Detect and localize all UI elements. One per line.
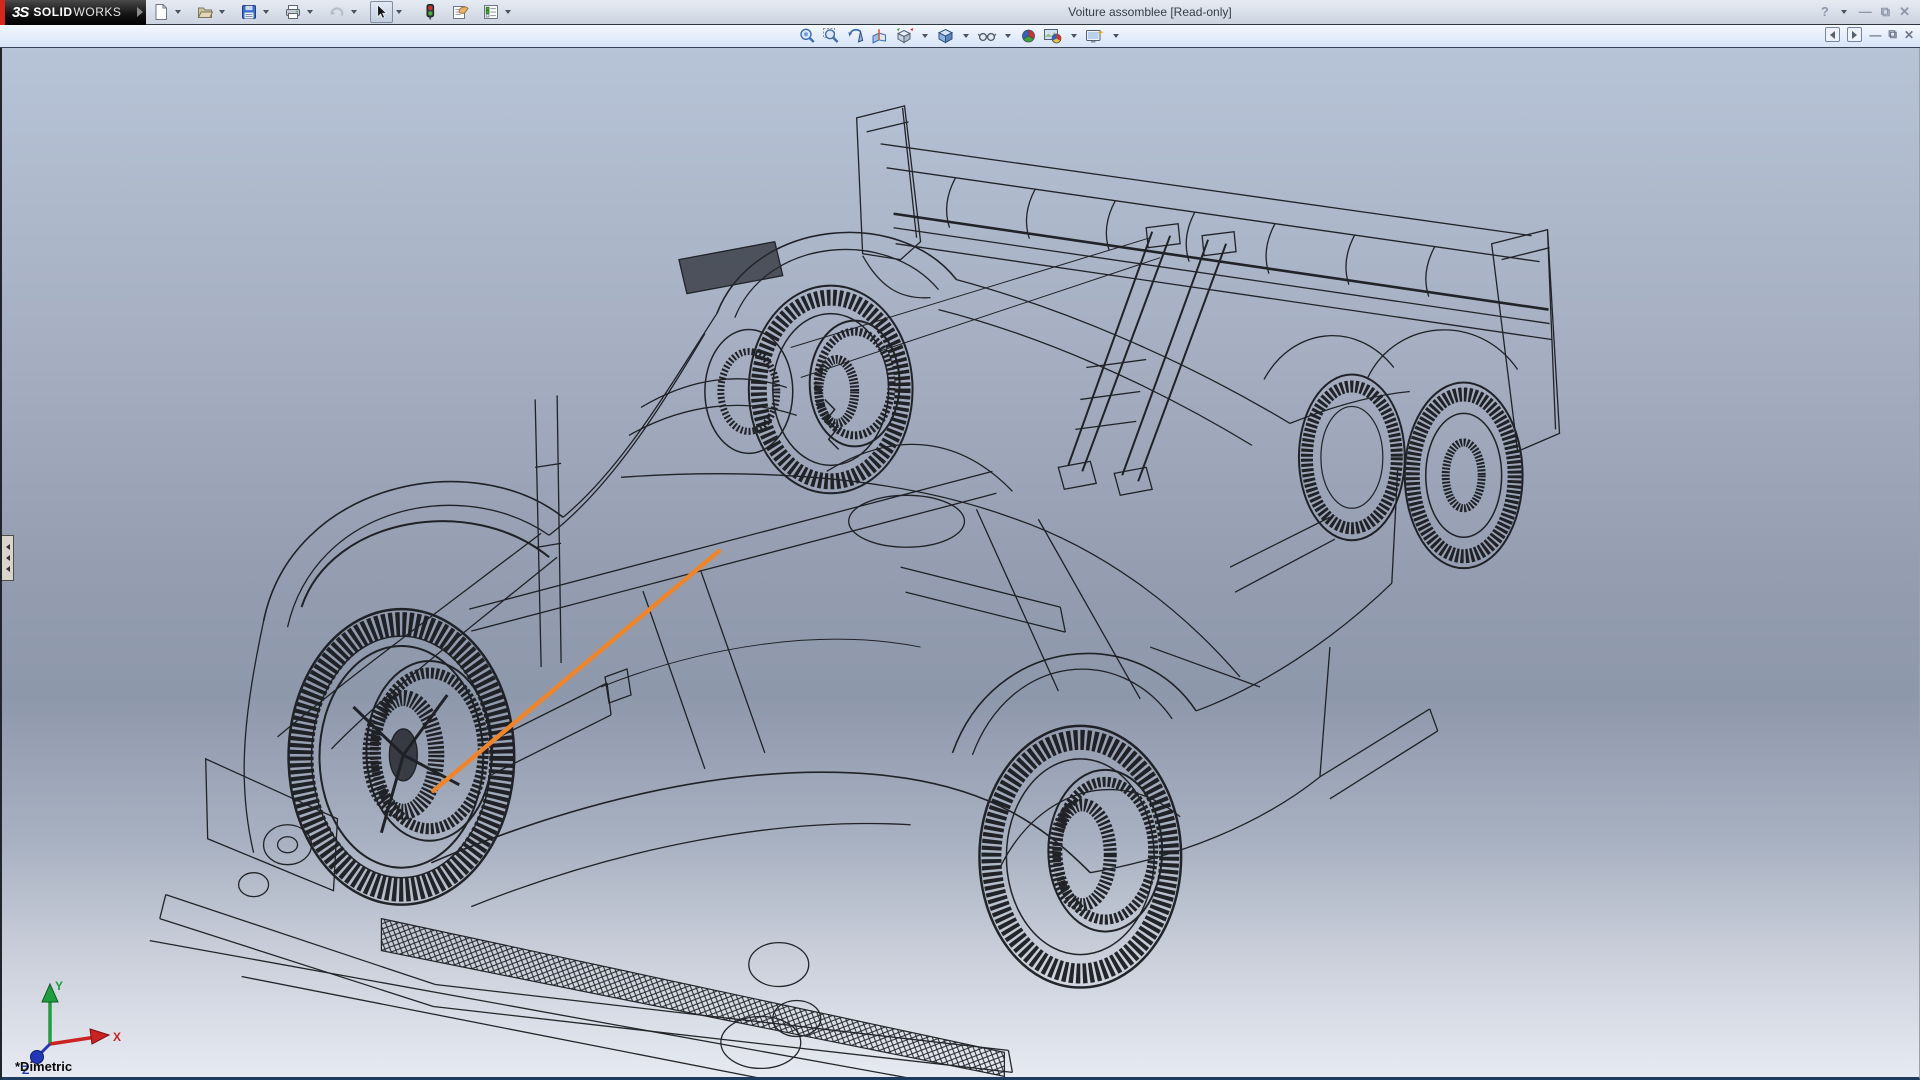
brand-works: WORKS — [74, 5, 122, 19]
previous-window-button[interactable] — [1825, 27, 1840, 42]
hide-show-items-glasses-icon — [977, 27, 997, 45]
undo-dropdown[interactable] — [351, 10, 357, 14]
window-controls: ? — ⧉ ✕ — [1821, 3, 1910, 21]
rebuild-traffic-light-icon — [421, 3, 439, 21]
print-icon — [284, 3, 302, 21]
edit-appearance-button[interactable] — [1019, 27, 1038, 45]
apply-scene-dropdown[interactable] — [1071, 34, 1077, 38]
collapse-arrow-icon — [6, 566, 10, 572]
rebuild-button[interactable] — [419, 1, 441, 23]
hide-show-items-dropdown[interactable] — [1005, 34, 1011, 38]
open-folder-icon — [196, 3, 214, 21]
view-settings-icon — [1085, 27, 1105, 45]
save-button[interactable] — [238, 1, 260, 23]
feature-manager-collapsed-tab[interactable] — [2, 535, 14, 581]
hide-show-items-button[interactable] — [977, 27, 997, 45]
close-button[interactable]: ✕ — [1899, 3, 1910, 21]
undo-icon — [328, 3, 346, 21]
view-settings-dropdown[interactable] — [1113, 34, 1119, 38]
triad-y-label: Y — [55, 979, 63, 993]
new-document-dropdown[interactable] — [175, 10, 181, 14]
section-view-icon — [870, 27, 889, 45]
apply-scene-button[interactable] — [1043, 27, 1063, 45]
file-properties-icon — [451, 3, 470, 21]
next-window-icon — [1852, 31, 1857, 39]
previous-window-icon — [1830, 31, 1835, 39]
logo-flyout-arrow-icon[interactable] — [137, 7, 143, 17]
menu-bar: — ⧉ ✕ — [0, 25, 1920, 48]
open-dropdown[interactable] — [219, 10, 225, 14]
wheel-rear-right-outer — [1405, 382, 1523, 568]
options-button[interactable] — [480, 1, 502, 23]
edit-appearance-icon — [1019, 27, 1038, 45]
help-button[interactable]: ? — [1821, 3, 1829, 21]
open-button[interactable] — [194, 1, 216, 23]
zoom-to-fit-icon — [798, 27, 817, 45]
triad-x-label: X — [113, 1030, 121, 1044]
select-cursor-icon — [373, 3, 390, 21]
select-button[interactable] — [370, 1, 393, 23]
wireframe-model[interactable] — [2, 48, 1919, 1078]
display-style-button[interactable] — [936, 27, 955, 45]
collapse-arrow-icon — [6, 555, 10, 561]
window-title: Voiture assomblee [Read-only] — [1068, 5, 1231, 19]
title-bar: 3S SOLID WORKS — [0, 0, 1920, 25]
undo-button[interactable] — [326, 1, 348, 23]
wheel-front-right — [749, 286, 913, 494]
restore-button[interactable]: ⧉ — [1881, 3, 1890, 21]
zoom-to-area-icon — [822, 27, 841, 45]
doc-close-button[interactable]: ✕ — [1904, 28, 1914, 42]
zoom-to-area-button[interactable] — [822, 27, 841, 45]
new-document-icon — [152, 3, 170, 21]
previous-view-icon — [846, 27, 865, 45]
doc-minimize-button[interactable]: — — [1869, 28, 1881, 42]
brand-mark: 3S — [12, 4, 28, 21]
new-document-button[interactable] — [150, 1, 172, 23]
view-orientation-button[interactable] — [894, 27, 914, 45]
display-style-dropdown[interactable] — [963, 34, 969, 38]
doc-restore-button[interactable]: ⧉ — [1888, 27, 1897, 42]
view-orientation-icon — [894, 27, 914, 45]
select-dropdown[interactable] — [396, 10, 402, 14]
solidworks-logo: 3S SOLID WORKS — [0, 0, 146, 25]
brand-solid: SOLID — [33, 5, 72, 19]
next-window-button[interactable] — [1847, 27, 1862, 42]
wheel-rear-left — [979, 726, 1181, 988]
document-window-controls: — ⧉ ✕ — [1825, 27, 1914, 42]
save-icon — [240, 3, 258, 21]
wheel-rear-right-inner — [1299, 374, 1405, 540]
heads-up-view-toolbar — [798, 26, 1122, 46]
save-dropdown[interactable] — [263, 10, 269, 14]
graphics-area[interactable]: Y X Z *Dimetric — [0, 48, 1920, 1080]
zoom-to-fit-button[interactable] — [798, 27, 817, 45]
previous-view-button[interactable] — [846, 27, 865, 45]
options-dropdown[interactable] — [505, 10, 511, 14]
view-orientation-dropdown[interactable] — [922, 34, 928, 38]
wheel-front-left — [289, 609, 515, 905]
collapse-arrow-icon — [6, 544, 10, 550]
display-style-icon — [936, 27, 955, 45]
minimize-button[interactable]: — — [1859, 3, 1872, 21]
print-dropdown[interactable] — [307, 10, 313, 14]
standard-toolbar — [146, 0, 522, 25]
print-button[interactable] — [282, 1, 304, 23]
view-settings-button[interactable] — [1085, 27, 1105, 45]
file-properties-button[interactable] — [449, 1, 472, 23]
section-view-button[interactable] — [870, 27, 889, 45]
view-orientation-label: *Dimetric — [15, 1059, 72, 1074]
options-icon — [482, 3, 500, 21]
apply-scene-icon — [1043, 27, 1063, 45]
help-dropdown[interactable] — [1841, 10, 1847, 14]
car-wireframe — [150, 106, 1560, 1078]
